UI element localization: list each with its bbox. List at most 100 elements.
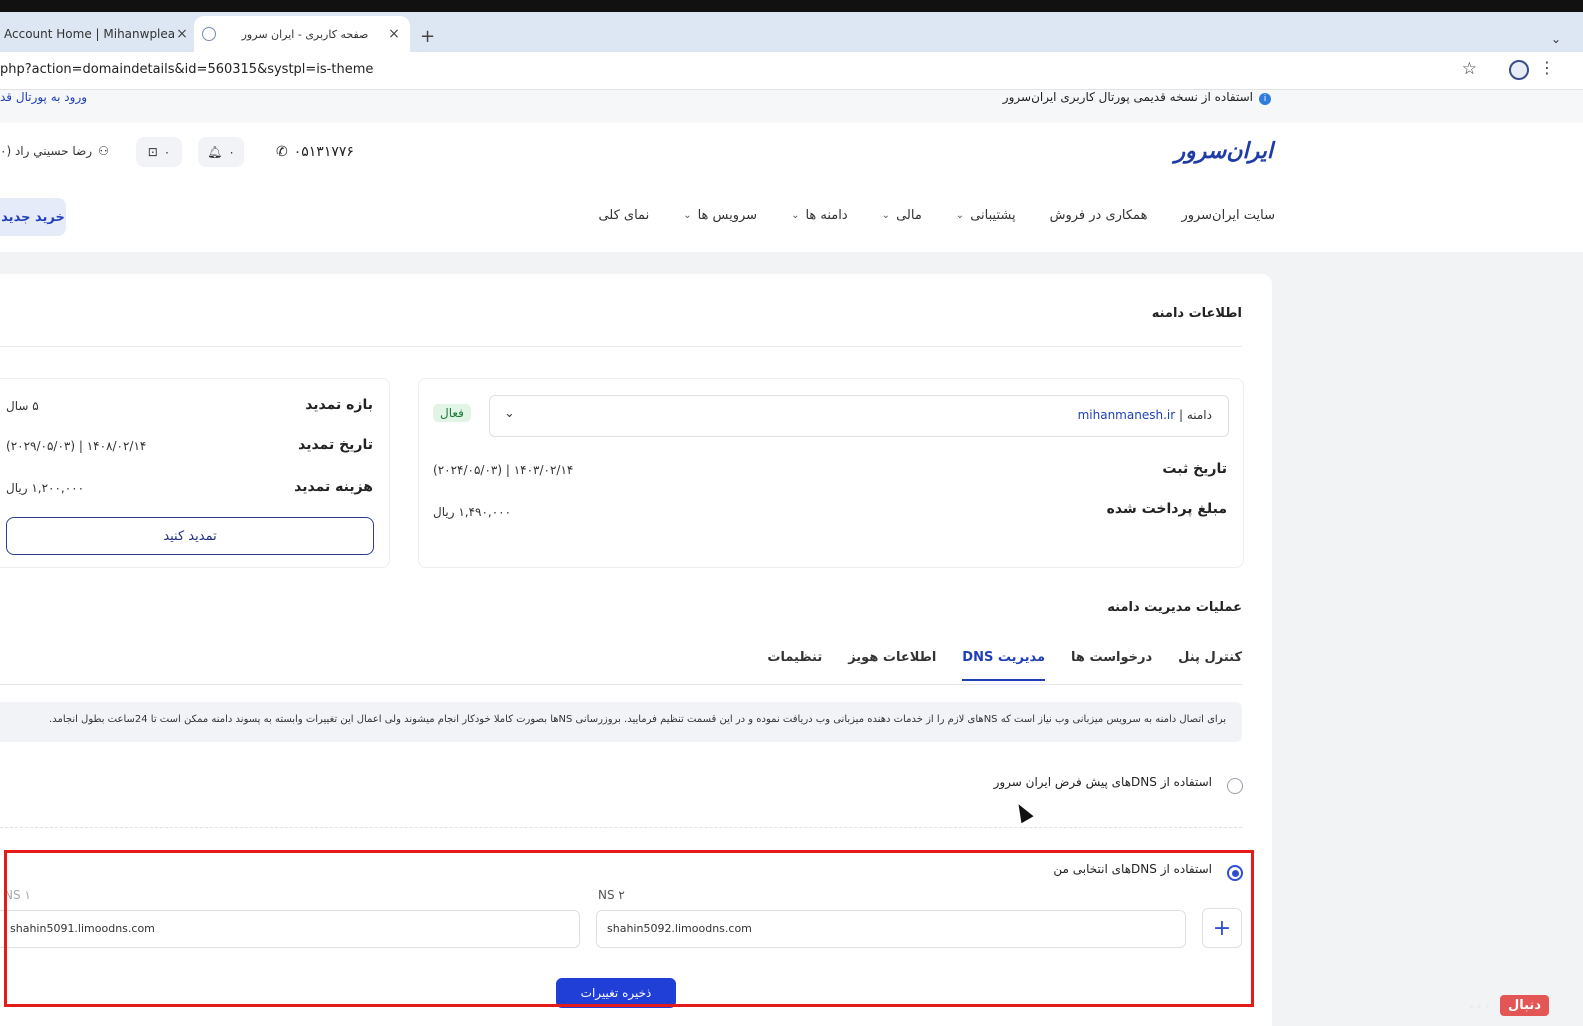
old-portal-notice-bar: استفاده از نسخه قدیمی پورتال کاربری ایرا… — [0, 90, 1583, 123]
default-dns-label[interactable]: استفاده از DNSهای پیش فرض ایران سرور — [994, 775, 1212, 789]
address-bar: php?action=domaindetails&id=560315&systp… — [0, 52, 1583, 90]
cart-button[interactable]: ⊡ ۰ — [136, 137, 182, 167]
globe-icon — [202, 27, 216, 41]
browser-tab-account-home[interactable]: Account Home | Mihanwplearn × — [0, 16, 190, 52]
ns2-input[interactable]: shahin5092.limoodns.com — [596, 910, 1186, 948]
cart-count: ۰ — [163, 145, 171, 159]
phone-number: ۰۵۱۳۱۷۷۶ — [293, 144, 354, 160]
tab-settings[interactable]: تنظیمات — [767, 650, 822, 681]
iranserver-logo[interactable]: ایران‌سرور — [1175, 138, 1273, 164]
main-nav: نمای کلی سرویس ها ⌄ دامنه ها ⌄ مالی ⌄ پشتیب… — [598, 208, 1275, 223]
ns1-label: NS ۱ — [4, 888, 31, 902]
paid-amount-value: ۱,۴۹۰,۰۰۰ ریال — [433, 505, 512, 519]
nav-billing[interactable]: مالی ⌄ — [882, 208, 922, 223]
paid-amount-label: مبلغ پرداخت شده — [1106, 501, 1227, 517]
domain-select[interactable]: دامنه | mihanmanesh.ir ⌄ — [489, 395, 1229, 437]
info-icon: i — [1259, 93, 1271, 105]
domain-select-prefix: دامنه | — [1175, 408, 1212, 422]
close-icon[interactable]: × — [174, 26, 190, 42]
user-icon: ⚇ — [98, 144, 109, 158]
status-badge: فعال — [433, 404, 471, 422]
user-name: رضا حسيني راد (۰ — [0, 144, 93, 158]
tab-control-panel[interactable]: کنترل پنل — [1178, 650, 1242, 681]
operations-tabs: تنظیمات اطلاعات هویز مدیریت DNS درخواست … — [767, 650, 1242, 681]
phone-icon: ✆ — [276, 144, 288, 160]
window-top-strip — [0, 0, 1583, 12]
registration-date-label: تاریخ ثبت — [1162, 461, 1227, 477]
dns-info-bar: برای اتصال دامنه به سرویس میزبانی وب نیا… — [0, 702, 1242, 742]
renewal-period-value: ۵ سال — [6, 399, 39, 413]
nav-label: نمای کلی — [598, 208, 650, 223]
notifications-count: ۰ — [228, 145, 235, 159]
new-tab-button[interactable]: + — [420, 26, 435, 47]
user-menu[interactable]: ⚇ رضا حسيني راد (۰ — [0, 144, 109, 158]
chevron-down-icon: ⌄ — [955, 210, 965, 221]
divider — [0, 346, 1242, 347]
chevron-down-icon: ⌄ — [791, 210, 800, 221]
ns2-label: NS ۲ — [598, 888, 625, 902]
add-ns-button[interactable]: + — [1202, 908, 1242, 948]
domain-details-card: اطلاعات دامنه دامنه | mihanmanesh.ir ⌄ ف… — [0, 274, 1272, 1026]
save-changes-button[interactable]: ذخیره تغییرات — [556, 978, 676, 1008]
custom-dns-label[interactable]: استفاده از DNSهای انتخابی من — [1053, 862, 1212, 876]
old-portal-link[interactable]: ورود به پورتال قد — [0, 90, 87, 104]
nav-label: مالی — [896, 208, 922, 223]
chevron-down-icon: ⌄ — [504, 406, 515, 421]
renewal-date-value: ۱۴۰۸/۰۲/۱۴ | (۲۰۲۹/۰۵/۰۳) — [6, 439, 147, 453]
domain-info-box: دامنه | mihanmanesh.ir ⌄ فعال تاریخ ثبت … — [418, 378, 1244, 568]
domain-info-title: اطلاعات دامنه — [1151, 306, 1242, 321]
watermark-logo: دنبال — [1499, 995, 1549, 1016]
chevron-down-icon: ⌄ — [683, 210, 692, 221]
tab-search-chevron-icon[interactable]: ⌄ — [1551, 32, 1561, 46]
nav-affiliate[interactable]: همکاری در فروش — [1050, 208, 1148, 223]
domain-select-value: دامنه | mihanmanesh.ir — [1078, 408, 1212, 422]
dns-info-text: برای اتصال دامنه به سرویس میزبانی وب نیا… — [49, 714, 1226, 725]
nav-support[interactable]: پشتیبانی ⌄ — [956, 208, 1016, 223]
renewal-cost-value: ۱,۲۰۰,۰۰۰ ریال — [6, 481, 85, 495]
nav-overview[interactable]: نمای کلی — [598, 208, 649, 223]
browser-tab-iranserver[interactable]: صفحه کاربری - ایران سرور × — [194, 16, 410, 52]
renewal-period-label: بازه تمدید — [305, 397, 373, 413]
nav-label: دامنه ها — [805, 208, 848, 223]
renewal-box: بازه تمدید ۵ سال تاریخ تمدید ۱۴۰۸/۰۲/۱۴ … — [0, 378, 390, 568]
bookmark-star-icon[interactable]: ☆ — [1462, 59, 1477, 79]
cart-icon: ⊡ — [147, 145, 158, 159]
tab-requests[interactable]: درخواست ها — [1071, 650, 1152, 681]
tabs-underline — [0, 684, 1242, 685]
radio-custom-dns[interactable] — [1227, 865, 1243, 881]
ns1-input[interactable]: shahin5091.limoodns.com — [0, 910, 580, 948]
tab-title: Account Home | Mihanwplearn — [4, 27, 174, 41]
notifications-button[interactable]: 🔔︎ ۰ — [198, 137, 244, 167]
new-purchase-button[interactable]: خرید جدید — [0, 198, 66, 236]
nav-label: همکاری در فروش — [1049, 208, 1148, 223]
renew-button[interactable]: تمدید کنید — [6, 517, 374, 555]
nav-services[interactable]: سرویس ها ⌄ — [683, 208, 757, 223]
bell-icon: 🔔︎ — [207, 145, 223, 159]
chevron-down-icon: ⌄ — [881, 210, 891, 221]
divider — [0, 827, 1242, 828]
registration-date-value: ۱۴۰۳/۰۲/۱۴ | (۲۰۲۴/۰۵/۰۳) — [433, 463, 574, 477]
tab-whois[interactable]: اطلاعات هویز — [848, 650, 936, 681]
watermark-ghost: ⋯ — [1467, 992, 1493, 1020]
domain-operations-title: عملیات مدیریت دامنه — [1107, 600, 1242, 615]
browser-menu-icon[interactable]: ⋮ — [1539, 58, 1555, 77]
domain-name: mihanmanesh.ir — [1077, 408, 1176, 422]
nav-site[interactable]: سایت ایران‌سرور — [1181, 208, 1275, 223]
renewal-cost-label: هزینه تمدید — [294, 479, 373, 495]
plus-icon: + — [1212, 915, 1232, 941]
tab-dns-management[interactable]: مدیریت DNS — [962, 650, 1046, 681]
close-icon[interactable]: × — [386, 26, 402, 42]
site-header: استفاده از نسخه قدیمی پورتال کاربری ایرا… — [0, 90, 1583, 252]
support-phone[interactable]: ✆ ۰۵۱۳۱۷۷۶ — [276, 144, 354, 160]
extension-icon[interactable] — [1509, 60, 1529, 80]
url-field[interactable]: php?action=domaindetails&id=560315&systp… — [0, 62, 373, 77]
renewal-date-label: تاریخ تمدید — [298, 437, 373, 453]
tab-title: صفحه کاربری - ایران سرور — [241, 27, 369, 41]
nav-label: پشتیبانی — [970, 208, 1016, 223]
nav-label: سایت ایران‌سرور — [1181, 208, 1275, 223]
radio-default-dns[interactable] — [1227, 778, 1243, 794]
nav-domains[interactable]: دامنه ها ⌄ — [791, 208, 848, 223]
nav-label: سرویس ها — [697, 208, 758, 223]
browser-tab-bar: Account Home | Mihanwplearn × صفحه کاربر… — [0, 12, 1583, 52]
old-portal-notice-text: استفاده از نسخه قدیمی پورتال کاربری ایرا… — [1002, 90, 1253, 104]
